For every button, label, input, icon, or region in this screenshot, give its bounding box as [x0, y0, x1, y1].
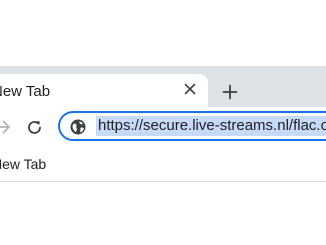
forward-arrow-icon[interactable]	[0, 118, 12, 136]
url-input[interactable]: https://secure.live-streams.nl/flac.ogg	[96, 116, 326, 136]
address-bar[interactable]: https://secure.live-streams.nl/flac.ogg	[58, 111, 326, 141]
tab-title: New Tab	[0, 83, 51, 100]
page-content	[0, 182, 326, 245]
globe-icon[interactable]	[69, 118, 87, 136]
plus-icon[interactable]	[219, 81, 241, 103]
bookmark-item[interactable]: New Tab	[0, 156, 46, 172]
tab-new-tab[interactable]: New Tab	[0, 74, 208, 107]
browser-window: New Tab	[0, 0, 326, 245]
close-icon[interactable]	[181, 80, 199, 98]
bookmarks-bar: New Tab	[0, 147, 326, 182]
toolbar: https://secure.live-streams.nl/flac.ogg	[0, 107, 326, 147]
tab-strip: New Tab	[0, 66, 326, 107]
reload-icon[interactable]	[25, 118, 44, 137]
